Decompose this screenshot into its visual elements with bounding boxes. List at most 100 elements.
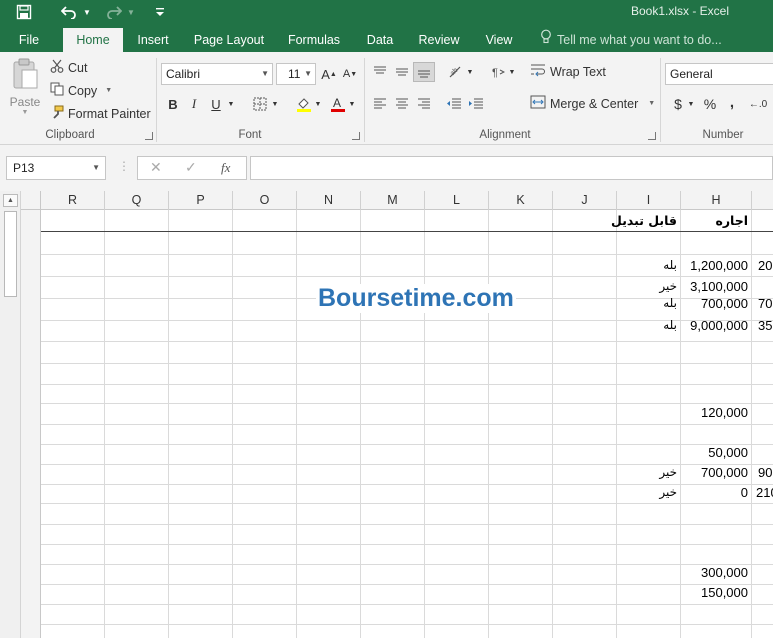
font-color-dropdown-icon[interactable]: ▼ <box>347 94 357 114</box>
underline-button[interactable]: U <box>206 94 226 114</box>
italic-button[interactable]: I <box>184 94 204 114</box>
bottom-align-icon[interactable] <box>413 62 435 82</box>
decrease-indent-icon[interactable] <box>444 94 464 114</box>
cell-convertible[interactable]: بله <box>616 318 680 336</box>
cell-convertible[interactable]: بله <box>616 296 680 314</box>
cell-rent[interactable]: 700,000 <box>680 296 751 314</box>
cell-convertible[interactable]: خیر <box>616 279 680 297</box>
copy-button[interactable]: Copy ▼ <box>50 82 112 99</box>
cell-g[interactable]: 35 <box>758 318 773 336</box>
cell-rent[interactable]: 150,000 <box>680 585 751 603</box>
wrap-text-button[interactable]: Wrap Text <box>530 63 606 80</box>
cell-header-convertible[interactable]: قابل تبدیل <box>596 213 680 231</box>
font-color-icon[interactable]: A <box>328 94 348 114</box>
cell-convertible[interactable]: بله <box>616 258 680 276</box>
increase-indent-icon[interactable] <box>466 94 486 114</box>
tab-view[interactable]: View <box>476 28 522 52</box>
fill-color-dropdown-icon[interactable]: ▼ <box>313 94 323 114</box>
undo-icon[interactable] <box>58 2 80 22</box>
paste-button[interactable]: Paste ▼ <box>8 58 42 116</box>
cell-rent[interactable]: 120,000 <box>680 405 751 423</box>
bold-button[interactable]: B <box>163 94 183 114</box>
format-painter-button[interactable]: Format Painter <box>50 105 151 122</box>
column-header-p[interactable]: P <box>169 191 233 210</box>
currency-dropdown-icon[interactable]: ▼ <box>686 94 696 114</box>
cell-header-rent[interactable]: اجاره <box>680 213 751 231</box>
column-header-i[interactable]: I <box>617 191 681 210</box>
font-size-select[interactable]: 11 ▼ <box>276 63 316 85</box>
customize-qat-icon[interactable] <box>152 2 168 22</box>
text-direction-icon[interactable]: ¶ <box>488 62 508 82</box>
cell-convertible[interactable]: خیر <box>616 465 680 483</box>
cell-g[interactable]: 90 <box>758 465 773 483</box>
column-header-o[interactable]: O <box>233 191 297 210</box>
scroll-thumb[interactable] <box>4 211 17 297</box>
column-header-n[interactable]: N <box>297 191 361 210</box>
formula-input[interactable] <box>250 156 773 180</box>
align-right-icon[interactable] <box>414 94 434 114</box>
cell-convertible[interactable]: خیر <box>616 485 680 503</box>
font-launcher-icon[interactable] <box>352 132 360 140</box>
cell-g[interactable]: 70 <box>758 296 773 314</box>
tab-file[interactable]: File <box>6 28 52 52</box>
redo-icon[interactable] <box>103 2 125 22</box>
tab-data[interactable]: Data <box>358 28 402 52</box>
worksheet-grid[interactable]: ▲ R Q P O N M L K J I H قابل تبدیل اجاره… <box>0 191 773 638</box>
comma-format-button[interactable]: , <box>722 92 742 112</box>
column-header-k[interactable]: K <box>489 191 553 210</box>
cell-g[interactable]: 210 <box>756 485 773 503</box>
enter-icon[interactable]: ✓ <box>185 159 197 176</box>
text-direction-dropdown-icon[interactable]: ▼ <box>507 62 517 82</box>
cut-button[interactable]: Cut <box>50 59 87 76</box>
column-header-l[interactable]: L <box>425 191 489 210</box>
font-name-select[interactable]: Calibri ▼ <box>161 63 273 85</box>
column-header-j[interactable]: J <box>553 191 617 210</box>
cancel-icon[interactable]: ✕ <box>150 159 162 176</box>
percent-format-button[interactable]: % <box>700 94 720 114</box>
column-header-r[interactable]: R <box>41 191 105 210</box>
save-icon[interactable] <box>12 2 36 22</box>
name-box[interactable]: P13 ▼ <box>6 156 106 180</box>
column-header-h[interactable]: H <box>681 191 752 210</box>
borders-dropdown-icon[interactable]: ▼ <box>270 94 280 114</box>
tab-insert[interactable]: Insert <box>127 28 179 52</box>
vertical-scrollbar[interactable]: ▲ <box>0 191 21 638</box>
cell-rent[interactable]: 0 <box>680 485 751 503</box>
alignment-launcher-icon[interactable] <box>648 132 656 140</box>
cell-rent[interactable]: 9,000,000 <box>680 318 751 336</box>
tell-me-box[interactable]: Tell me what you want to do... <box>540 28 722 52</box>
decrease-font-size-icon[interactable]: A ▼ <box>340 64 360 84</box>
clipboard-launcher-icon[interactable] <box>145 132 153 140</box>
column-header-q[interactable]: Q <box>105 191 169 210</box>
scroll-up-icon[interactable]: ▲ <box>3 194 18 207</box>
cell-g[interactable]: 20 <box>758 258 773 276</box>
undo-dropdown-icon[interactable]: ▼ <box>82 2 92 22</box>
orientation-icon[interactable]: ab <box>446 62 466 82</box>
fill-color-icon[interactable] <box>294 94 314 114</box>
cell-rent[interactable]: 3,100,000 <box>680 279 751 297</box>
cell-rent[interactable]: 300,000 <box>680 565 751 583</box>
tab-home[interactable]: Home <box>63 28 123 52</box>
cell-rent[interactable]: 700,000 <box>680 465 751 483</box>
insert-function-button[interactable]: fx <box>221 160 230 176</box>
align-center-icon[interactable] <box>392 94 412 114</box>
borders-icon[interactable] <box>250 94 270 114</box>
middle-align-icon[interactable] <box>392 62 412 82</box>
underline-dropdown-icon[interactable]: ▼ <box>226 94 236 114</box>
increase-decimal-icon[interactable]: ←.0 <box>748 94 768 114</box>
column-header-m[interactable]: M <box>361 191 425 210</box>
currency-format-button[interactable]: $ <box>668 94 688 114</box>
number-format-select[interactable]: General <box>665 63 773 85</box>
tab-review[interactable]: Review <box>412 28 466 52</box>
orientation-dropdown-icon[interactable]: ▼ <box>465 62 475 82</box>
tab-formulas[interactable]: Formulas <box>281 28 347 52</box>
cell-rent[interactable]: 1,200,000 <box>680 258 751 276</box>
increase-font-size-icon[interactable]: A ▲ <box>319 64 339 84</box>
redo-dropdown-icon[interactable]: ▼ <box>126 2 136 22</box>
cell-rent[interactable]: 50,000 <box>680 445 751 463</box>
merge-center-button[interactable]: Merge & Center ▼ <box>530 95 655 112</box>
top-align-icon[interactable] <box>370 62 390 82</box>
tab-page-layout[interactable]: Page Layout <box>188 28 270 52</box>
select-all-corner[interactable] <box>21 191 41 210</box>
align-left-icon[interactable] <box>370 94 390 114</box>
